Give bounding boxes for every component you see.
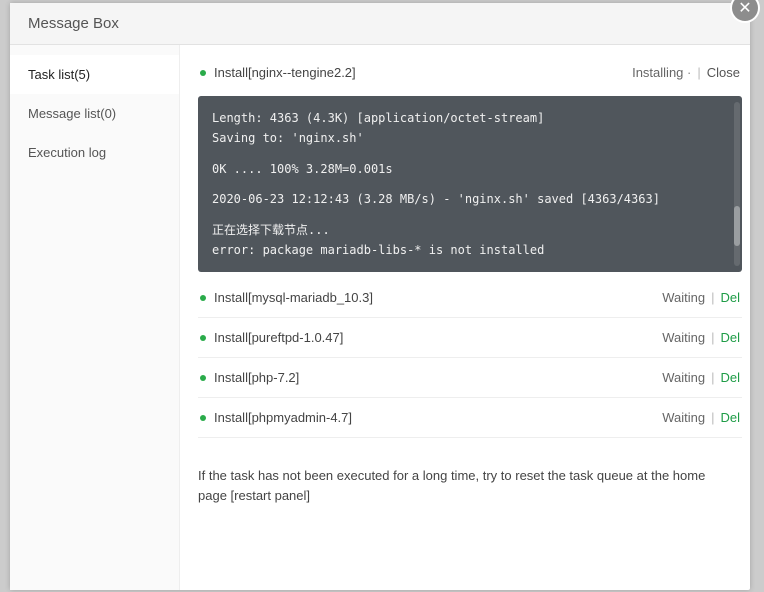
console-line: Saving to: 'nginx.sh'	[212, 128, 728, 148]
console-scrollbar-thumb[interactable]	[734, 206, 740, 246]
task-status: Waiting	[662, 410, 705, 425]
status-dot-icon	[200, 335, 206, 341]
task-name: Install[pureftpd-1.0.47]	[214, 330, 662, 345]
task-row: Install[pureftpd-1.0.47] Waiting | Del	[198, 318, 742, 358]
task-row: Install[mysql-mariadb_10.3] Waiting | De…	[198, 278, 742, 318]
sidebar-item-label: Execution log	[28, 145, 106, 160]
console-line: 0K .... 100% 3.28M=0.001s	[212, 159, 728, 179]
sidebar-item-tasklist[interactable]: Task list(5)	[10, 55, 179, 94]
sidebar: Task list(5) Message list(0) Execution l…	[10, 45, 180, 590]
sidebar-item-label: Message list(0)	[28, 106, 116, 121]
separator: |	[711, 290, 714, 305]
status-dot-icon	[200, 295, 206, 301]
sidebar-item-label: Task list(5)	[28, 67, 90, 82]
close-glyph: ✕	[738, 0, 751, 18]
task-delete-button[interactable]: Del	[720, 290, 740, 305]
console-line: Length: 4363 (4.3K) [application/octet-s…	[212, 108, 728, 128]
task-row: Install[phpmyadmin-4.7] Waiting | Del	[198, 398, 742, 438]
task-row: Install[nginx--tengine2.2] Installing | …	[198, 59, 742, 92]
task-name: Install[mysql-mariadb_10.3]	[214, 290, 662, 305]
footer-note: If the task has not been executed for a …	[198, 466, 742, 505]
task-name: Install[php-7.2]	[214, 370, 662, 385]
separator: |	[697, 65, 700, 80]
task-name: Install[nginx--tengine2.2]	[214, 65, 632, 80]
task-status: Waiting	[662, 290, 705, 305]
modal-titlebar: Message Box	[10, 3, 750, 45]
task-close-button[interactable]: Close	[707, 65, 740, 80]
task-delete-button[interactable]: Del	[720, 330, 740, 345]
task-delete-button[interactable]: Del	[720, 410, 740, 425]
task-status: Installing	[632, 65, 691, 80]
console-line: 2020-06-23 12:12:43 (3.28 MB/s) - 'nginx…	[212, 189, 728, 209]
separator: |	[711, 410, 714, 425]
status-dot-icon	[200, 415, 206, 421]
main-content: Install[nginx--tengine2.2] Installing | …	[180, 45, 750, 590]
status-dot-icon	[200, 375, 206, 381]
separator: |	[711, 370, 714, 385]
status-dot-icon	[200, 70, 206, 76]
sidebar-item-executionlog[interactable]: Execution log	[10, 133, 179, 172]
modal-title: Message Box	[28, 15, 119, 32]
task-status: Waiting	[662, 370, 705, 385]
task-delete-button[interactable]: Del	[720, 370, 740, 385]
console-line: error: package mariadb-libs-* is not ins…	[212, 240, 728, 260]
message-box-modal: ✕ Message Box Task list(5) Message list(…	[10, 3, 750, 590]
task-row: Install[php-7.2] Waiting | Del	[198, 358, 742, 398]
task-name: Install[phpmyadmin-4.7]	[214, 410, 662, 425]
modal-body: Task list(5) Message list(0) Execution l…	[10, 45, 750, 590]
separator: |	[711, 330, 714, 345]
console-line: 正在选择下载节点...	[212, 220, 728, 240]
task-status: Waiting	[662, 330, 705, 345]
sidebar-item-messagelist[interactable]: Message list(0)	[10, 94, 179, 133]
console-output: Length: 4363 (4.3K) [application/octet-s…	[198, 96, 742, 272]
